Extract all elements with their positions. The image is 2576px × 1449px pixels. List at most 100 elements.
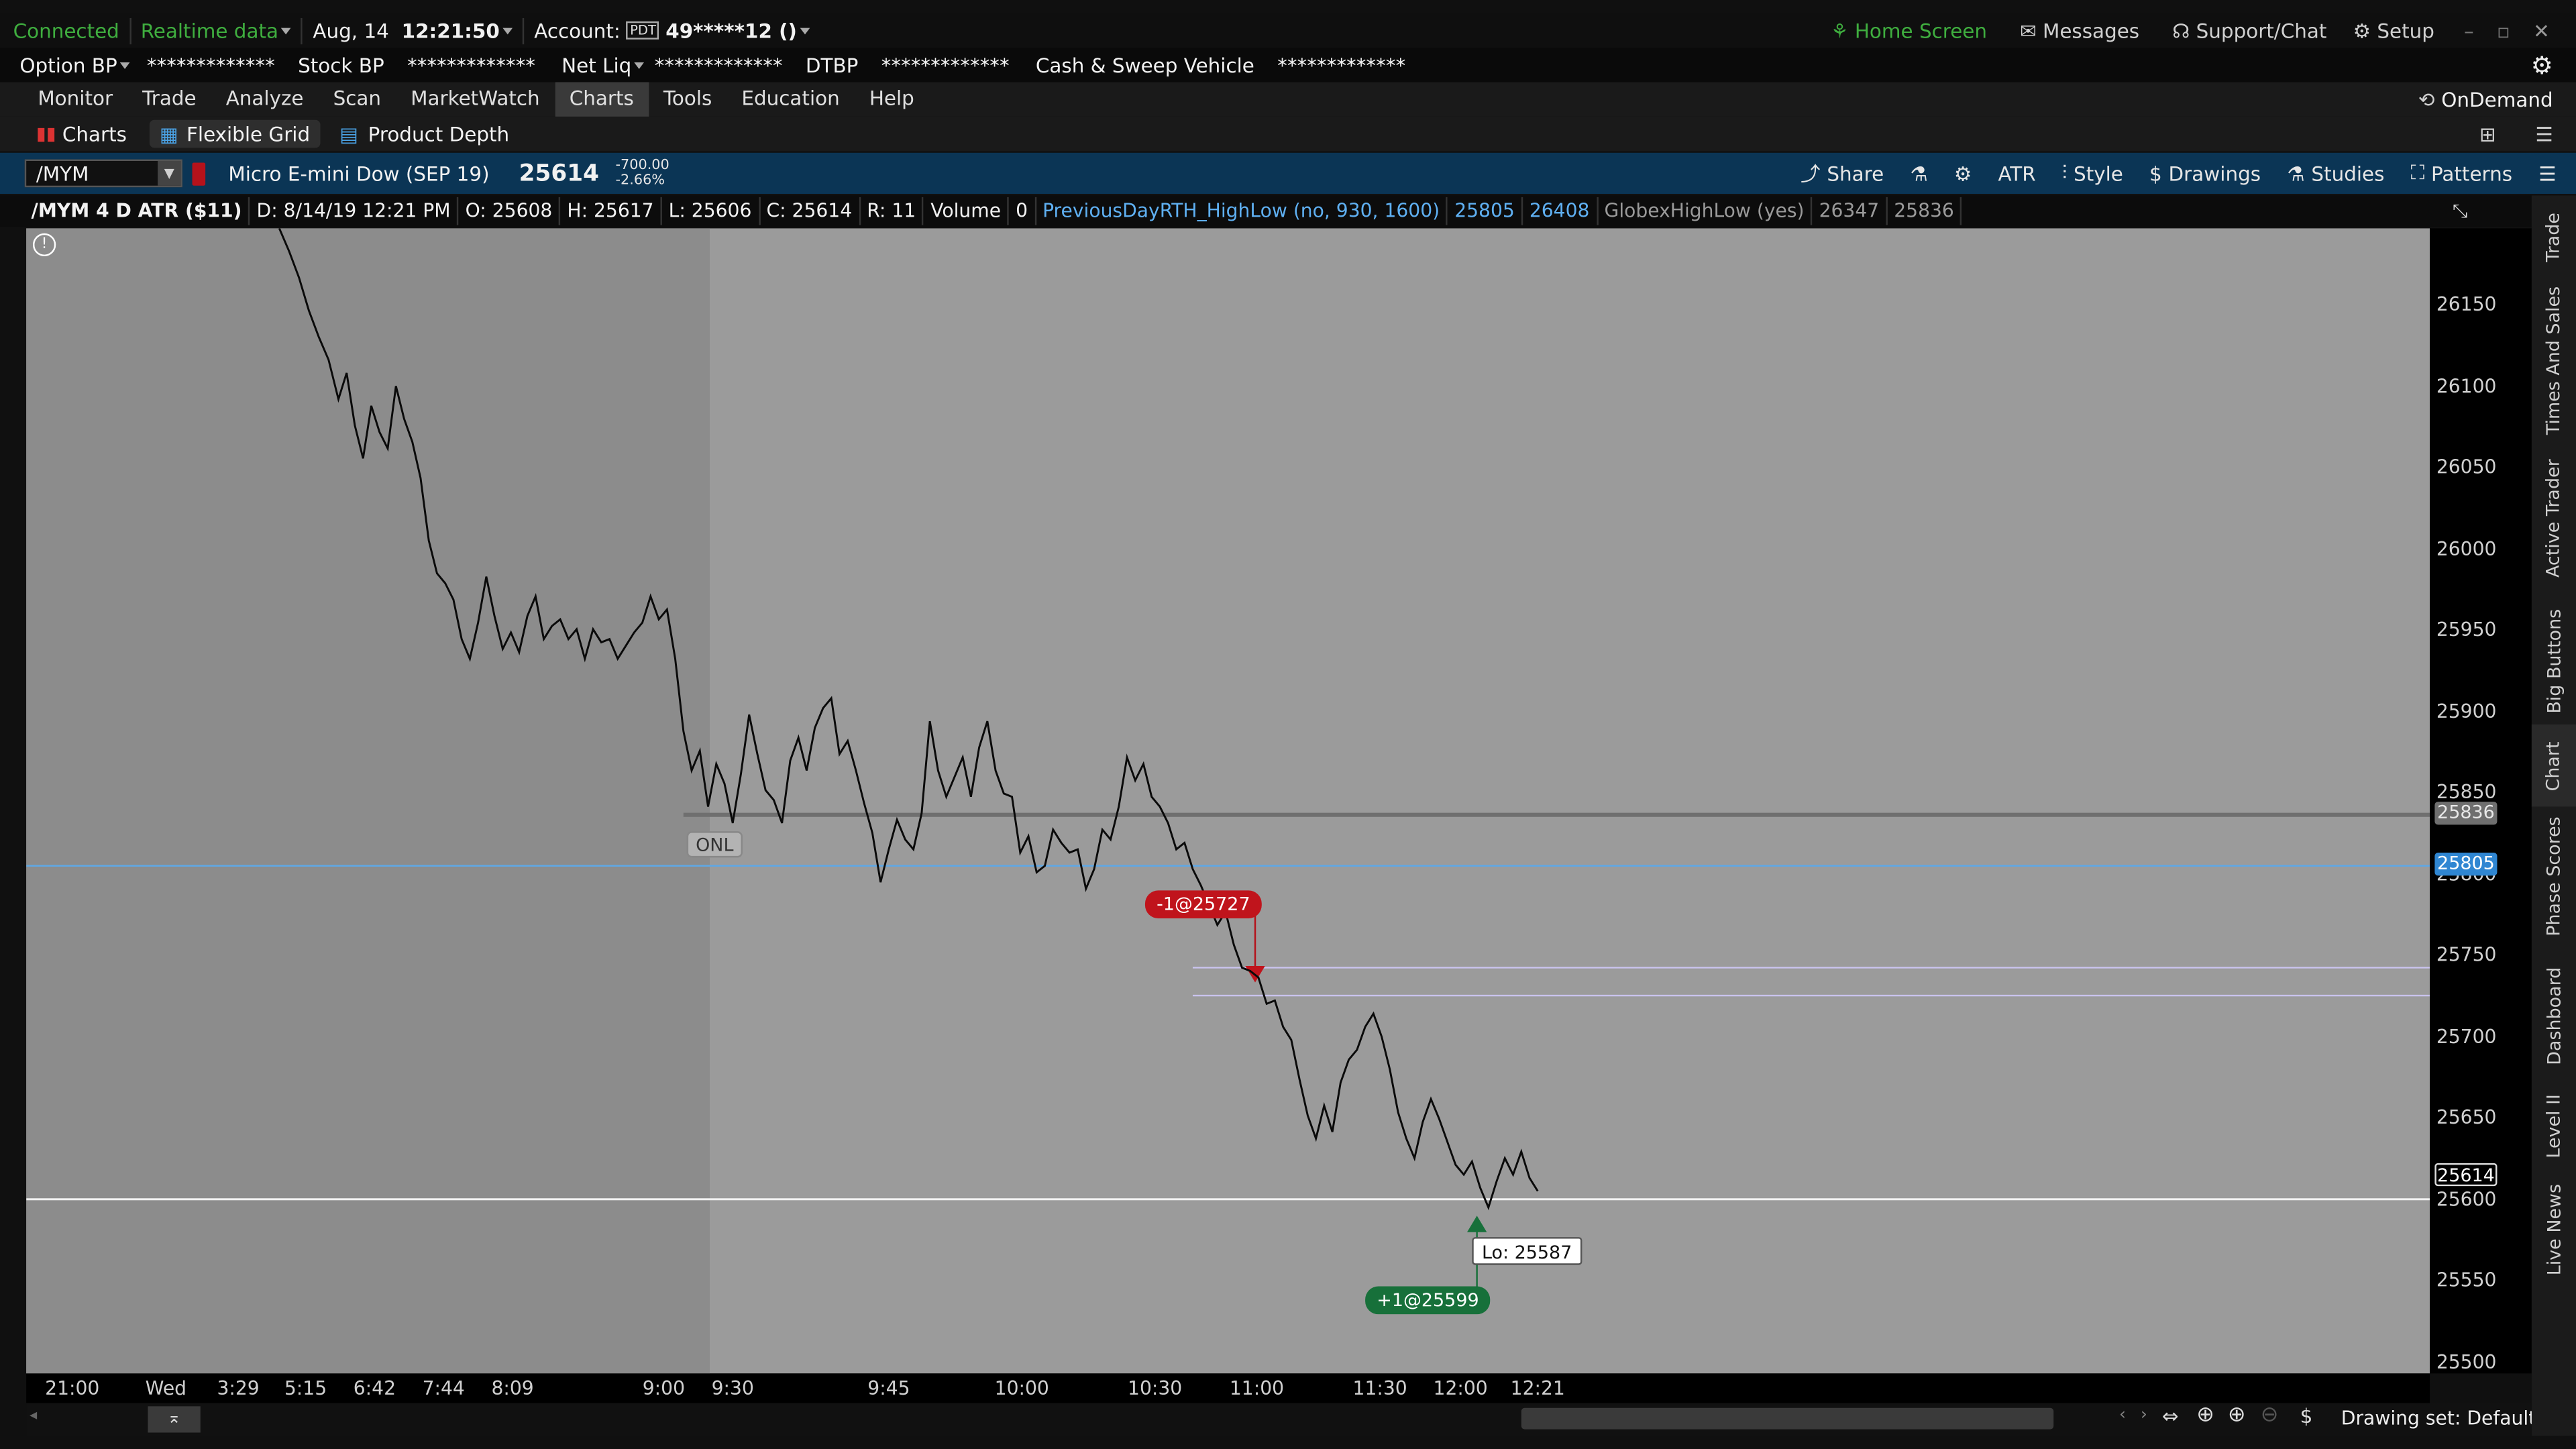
scroll-thumb[interactable] bbox=[1521, 1407, 2054, 1430]
chart-scroll-bar: ◂ ⌅ ‹ › ⇔ ⊕ ⊕ ⊖ $ Drawing set: Default bbox=[26, 1403, 2536, 1436]
flexible-grid-subtab[interactable]: ▦ Flexible Grid bbox=[150, 119, 320, 148]
alert-info-icon[interactable]: ! bbox=[32, 233, 56, 257]
price-tick: 25650 bbox=[2436, 1106, 2497, 1129]
share-button[interactable]: ⤴ Share bbox=[1788, 153, 1897, 194]
maximize-icon[interactable]: ▫ bbox=[2497, 19, 2510, 42]
status-date: Aug, 14 bbox=[313, 19, 389, 42]
side-tab-chart[interactable]: Chart bbox=[2531, 724, 2576, 807]
scroll-left-icon[interactable]: ◂ bbox=[30, 1408, 37, 1424]
account-selector[interactable]: 49*****12 () bbox=[665, 19, 797, 42]
minimize-icon[interactable]: – bbox=[2464, 19, 2474, 42]
setup-button[interactable]: Setup bbox=[2377, 19, 2434, 42]
option-bp-label[interactable]: Option BP bbox=[19, 54, 117, 77]
menu-help[interactable]: Help bbox=[855, 82, 929, 116]
subtab-charts[interactable]: Charts bbox=[62, 122, 127, 145]
bar-open: O: 25608 bbox=[459, 197, 561, 225]
side-tab-phase-scores[interactable]: Phase Scores bbox=[2532, 806, 2576, 945]
bar-close: C: 25614 bbox=[760, 197, 861, 225]
menu-scan[interactable]: Scan bbox=[319, 82, 396, 116]
drawing-set-label[interactable]: Drawing set: Default bbox=[2341, 1406, 2536, 1429]
cash-sweep-label: Cash & Sweep Vehicle bbox=[1035, 54, 1254, 78]
list-menu-icon[interactable]: ☰ bbox=[2535, 122, 2553, 145]
price-tick: 25500 bbox=[2436, 1350, 2497, 1374]
gear-icon: ⚙ bbox=[1953, 162, 1972, 185]
symbol-input[interactable]: /MYM ▼ bbox=[24, 159, 182, 188]
zoom-out-icon[interactable]: ⊖ bbox=[2261, 1403, 2279, 1428]
chart-area[interactable]: ! bbox=[26, 228, 2430, 1374]
grid-layout-icon[interactable]: ⊞ bbox=[2479, 122, 2496, 145]
home-screen-button[interactable]: Home Screen bbox=[1855, 19, 1987, 42]
pan-horizontal-icon[interactable]: ⇔ bbox=[2162, 1405, 2179, 1428]
menu-tools[interactable]: Tools bbox=[649, 82, 727, 116]
side-tab-times-and-sales[interactable]: Times And Sales bbox=[2532, 278, 2576, 442]
side-tab-level-ii[interactable]: Level II bbox=[2532, 1083, 2576, 1168]
atr-label: ATR bbox=[1998, 162, 2036, 185]
flask-button[interactable]: ⚗ bbox=[1897, 153, 1941, 194]
price-line bbox=[278, 228, 1539, 1211]
menu-education[interactable]: Education bbox=[727, 82, 854, 116]
close-icon[interactable]: ✕ bbox=[2533, 19, 2550, 42]
prev-day-low-price-tag: 25805 bbox=[2434, 853, 2498, 876]
price-tick: 25600 bbox=[2436, 1187, 2497, 1211]
scroll-back-icon[interactable]: ‹ bbox=[2119, 1406, 2126, 1424]
symbol-link-icon[interactable] bbox=[192, 162, 206, 185]
support-chat-button[interactable]: Support/Chat bbox=[2196, 19, 2327, 42]
drawings-label: Drawings bbox=[2168, 162, 2261, 185]
studies-label: Studies bbox=[2311, 162, 2385, 185]
time-tick: 9:45 bbox=[867, 1377, 910, 1400]
messages-button[interactable]: Messages bbox=[2043, 19, 2139, 42]
bar-high: H: 25617 bbox=[561, 197, 662, 225]
time-tick: 3:29 bbox=[217, 1377, 260, 1400]
net-change: -700.00 -2.66% bbox=[615, 158, 669, 188]
ondemand-button[interactable]: OnDemand bbox=[2441, 88, 2553, 111]
time-tick: 10:00 bbox=[994, 1377, 1049, 1400]
buy-fill-label[interactable]: +1@25599 bbox=[1365, 1286, 1491, 1315]
subtab-product-depth[interactable]: Product Depth bbox=[368, 122, 509, 145]
style-button[interactable]: ⫶ Style bbox=[2049, 153, 2136, 194]
pdt-badge: PDT bbox=[627, 21, 659, 40]
studies-button[interactable]: ⚗ Studies bbox=[2274, 153, 2398, 194]
main-menu: Monitor Trade Analyze Scan MarketWatch C… bbox=[0, 82, 2576, 117]
price-tick: 25900 bbox=[2436, 700, 2497, 723]
session-low-label: Lo: 25587 bbox=[1472, 1237, 1582, 1265]
drawing-set-icon[interactable]: $ bbox=[2300, 1405, 2313, 1428]
data-feed-status[interactable]: Realtime data bbox=[141, 19, 278, 42]
side-tab-live-news[interactable]: Live News bbox=[2532, 1175, 2576, 1283]
side-tab-dashboard[interactable]: Dashboard bbox=[2532, 951, 2576, 1079]
time-tick: 11:00 bbox=[1229, 1377, 1285, 1400]
balance-settings-gear-icon[interactable]: ⚙ bbox=[2531, 51, 2553, 80]
last-price: 25614 bbox=[519, 160, 599, 186]
side-tab-big-buttons[interactable]: Big Buttons bbox=[2532, 596, 2576, 724]
atr-button[interactable]: ATR bbox=[1985, 153, 2049, 194]
patterns-button[interactable]: ⛶ Patterns bbox=[2398, 153, 2526, 194]
crosshair-icon[interactable]: ⊕ bbox=[2196, 1403, 2214, 1428]
net-change-value: -700.00 bbox=[615, 156, 669, 174]
chart-aggregation[interactable]: /MYM 4 D ATR ($11) bbox=[25, 197, 250, 225]
chart-settings-button[interactable]: ⚙ bbox=[1941, 153, 1985, 194]
menu-analyze[interactable]: Analyze bbox=[211, 82, 319, 116]
sell-fill-label[interactable]: -1@25727 bbox=[1144, 890, 1262, 918]
globex-low-price-tag: 25836 bbox=[2434, 802, 2498, 825]
prev-day-low-value: 25805 bbox=[1448, 197, 1523, 225]
drawings-button[interactable]: $ Drawings bbox=[2136, 153, 2273, 194]
zoom-in-icon[interactable]: ⊕ bbox=[2228, 1403, 2246, 1428]
price-tick: 26150 bbox=[2436, 292, 2497, 316]
side-tab-trade[interactable]: Trade bbox=[2532, 195, 2576, 277]
menu-marketwatch[interactable]: MarketWatch bbox=[396, 82, 555, 116]
prev-day-study-label[interactable]: PreviousDayRTH_HighLow (no, 930, 1600) bbox=[1036, 197, 1448, 225]
menu-charts[interactable]: Charts bbox=[554, 82, 649, 117]
scroll-forward-icon[interactable]: › bbox=[2141, 1406, 2147, 1424]
price-tick: 26050 bbox=[2436, 455, 2497, 478]
expand-panel-icon[interactable]: ⌅ bbox=[148, 1406, 201, 1433]
volume-label[interactable]: Volume bbox=[924, 197, 1010, 225]
symbol-dropdown-icon[interactable]: ▼ bbox=[158, 161, 181, 186]
net-liq-label[interactable]: Net Liq bbox=[561, 54, 631, 77]
prev-day-high-value: 26408 bbox=[1523, 197, 1598, 225]
menu-monitor[interactable]: Monitor bbox=[23, 82, 127, 116]
chart-menu-button[interactable]: ☰ bbox=[2526, 153, 2570, 194]
globex-study-label[interactable]: GlobexHighLow (yes) bbox=[1598, 197, 1813, 225]
menu-trade[interactable]: Trade bbox=[127, 82, 211, 116]
side-tab-active-trader[interactable]: Active Trader bbox=[2532, 450, 2576, 585]
collapse-studies-icon[interactable]: ⤡ bbox=[2453, 199, 2468, 223]
price-chart-svg bbox=[26, 228, 2430, 1289]
